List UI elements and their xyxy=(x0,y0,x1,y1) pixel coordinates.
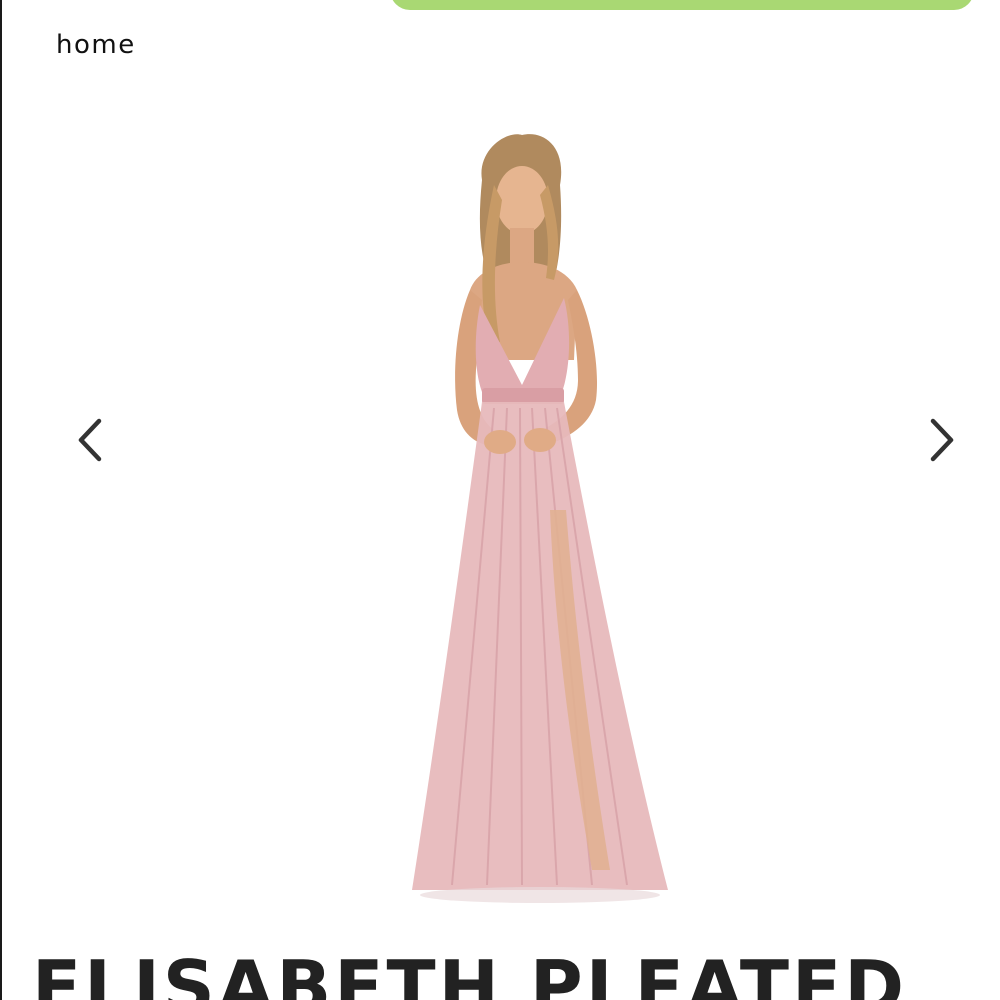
product-page: home ELISABETH PLEATED xyxy=(0,0,1000,1000)
product-photo xyxy=(412,134,668,903)
chevron-right-icon xyxy=(930,418,954,462)
dress-skirt xyxy=(412,402,668,890)
product-title: ELISABETH PLEATED xyxy=(32,945,907,1000)
carousel-next-button[interactable] xyxy=(912,410,972,470)
dress-waistband xyxy=(482,388,564,404)
home-link[interactable]: home xyxy=(56,30,136,60)
chevron-left-icon xyxy=(78,418,102,462)
carousel-prev-button[interactable] xyxy=(60,410,120,470)
product-image-carousel xyxy=(2,110,1000,920)
face xyxy=(496,166,548,234)
top-banner-pill[interactable] xyxy=(390,0,974,10)
